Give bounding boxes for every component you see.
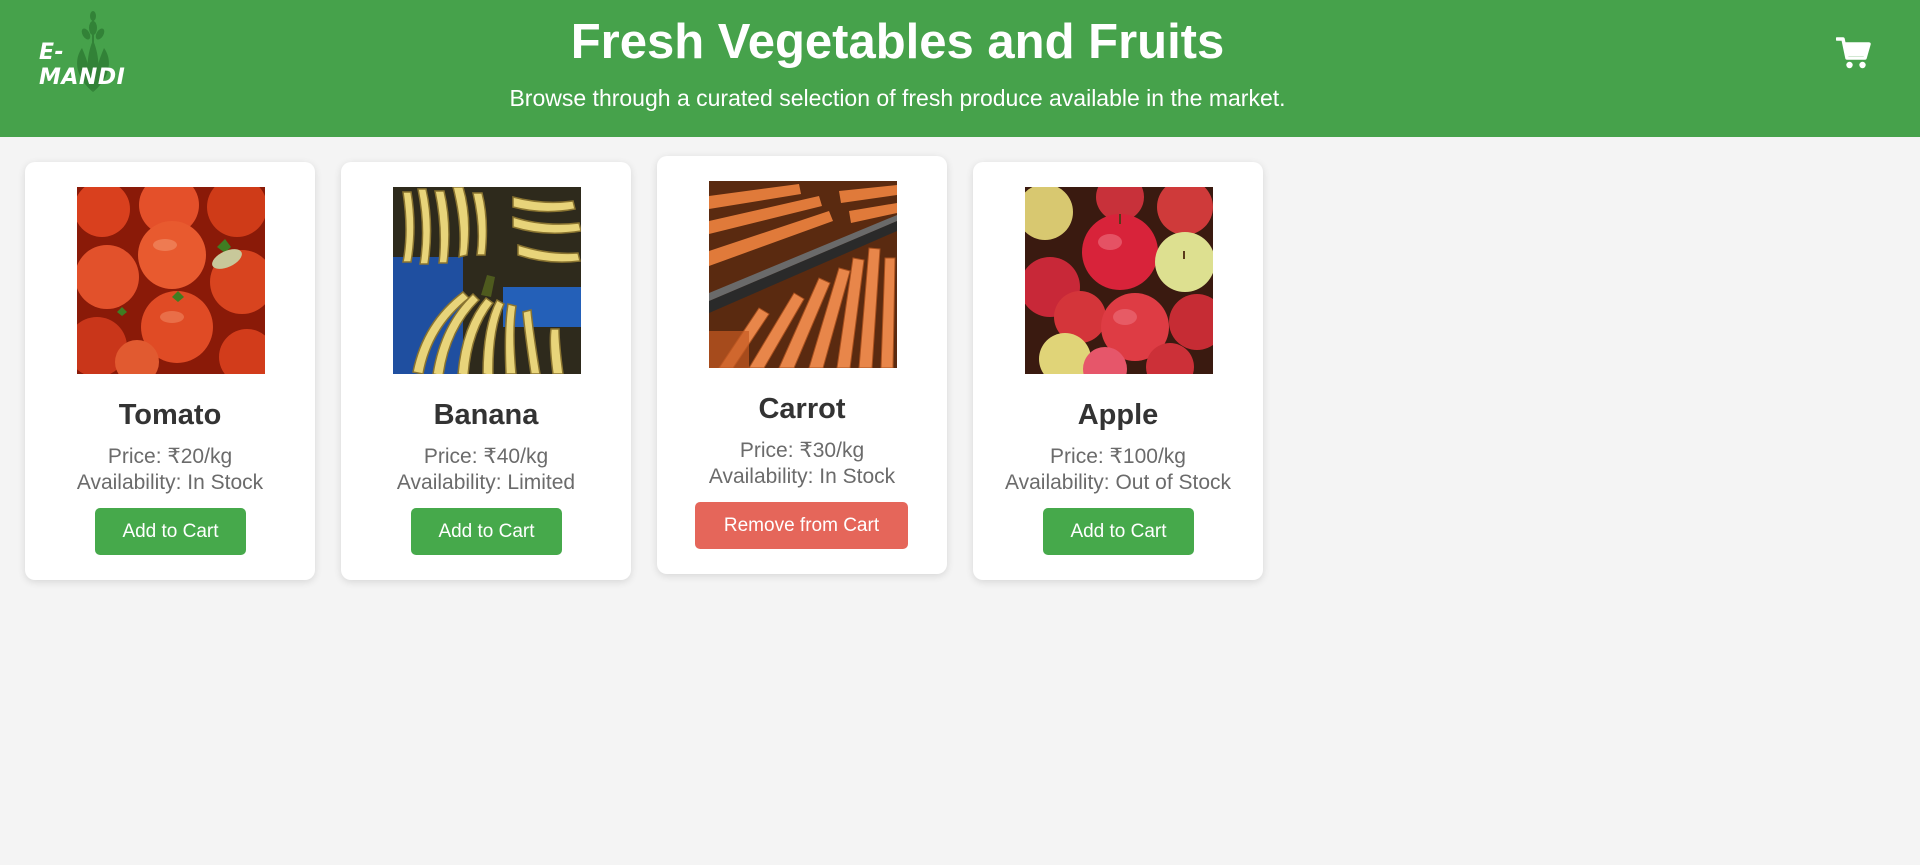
remove-from-cart-button[interactable]: Remove from Cart [695,502,908,549]
carrot-image [709,181,897,368]
product-availability: Availability: In Stock [76,471,264,494]
product-availability: Availability: In Stock [708,465,896,488]
product-price: Price: ₹30/kg [739,439,865,462]
product-card-banana: Banana Price: ₹40/kg Availability: Limit… [341,162,631,580]
product-name: Apple [1077,399,1159,431]
banana-image [393,187,581,374]
product-name: Banana [433,399,539,431]
add-to-cart-button[interactable]: Add to Cart [1043,508,1194,555]
product-price: Price: ₹40/kg [423,445,549,468]
product-price: Price: ₹20/kg [107,445,233,468]
apple-image [1025,187,1213,374]
product-card-carrot: Carrot Price: ₹30/kg Availability: In St… [657,156,947,574]
page-title: Fresh Vegetables and Fruits [570,15,1225,69]
add-to-cart-button[interactable]: Add to Cart [411,508,562,555]
tomato-image [77,187,265,374]
product-name: Carrot [758,393,846,425]
add-to-cart-button[interactable]: Add to Cart [95,508,246,555]
page-subtitle: Browse through a curated selection of fr… [509,85,1286,111]
product-availability: Availability: Out of Stock [1004,471,1232,494]
product-availability: Availability: Limited [396,471,576,494]
product-name: Tomato [118,399,222,431]
product-card-apple: Apple Price: ₹100/kg Availability: Out o… [973,162,1263,580]
cart-icon[interactable] [1835,36,1872,70]
product-card-tomato: Tomato Price: ₹20/kg Availability: In St… [25,162,315,580]
site-header: E-MANDI Fresh Vegetables and Fruits Brow… [0,0,1920,137]
product-price: Price: ₹100/kg [1050,445,1186,468]
